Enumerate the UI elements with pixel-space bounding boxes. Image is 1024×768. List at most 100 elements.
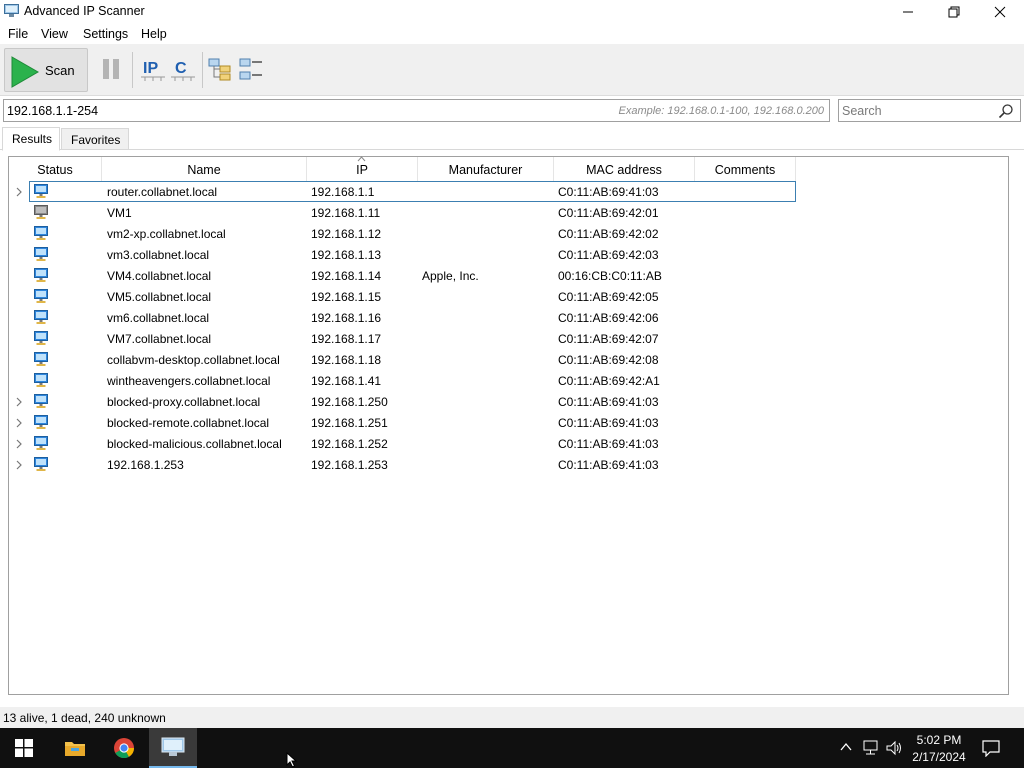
search-icon[interactable] xyxy=(998,103,1014,119)
table-row[interactable]: wintheavengers.collabnet.local 192.168.1.… xyxy=(9,370,1009,391)
table-row[interactable]: vm2-xp.collabnet.local 192.168.1.12 C0:11:… xyxy=(9,223,1009,244)
taskbar: 5:02 PM 2/17/2024 xyxy=(0,728,1024,768)
chevron-right-icon[interactable] xyxy=(15,417,23,428)
table-row[interactable]: router.collabnet.local 192.168.1.1 C0:11:A… xyxy=(9,181,1009,202)
host-name: VM4.collabnet.local xyxy=(107,269,212,283)
host-mac: C0:11:AB:69:42:03 xyxy=(558,248,659,262)
dead-host-icon xyxy=(33,204,49,220)
host-name: VM7.collabnet.local xyxy=(107,332,212,346)
host-ip: 192.168.1.18 xyxy=(311,353,382,367)
menu-help[interactable]: Help xyxy=(141,27,167,41)
clock-time[interactable]: 5:02 PM xyxy=(900,733,978,747)
ip-range-value: 192.168.1.1-254 xyxy=(7,104,99,118)
search-input[interactable]: Search xyxy=(838,99,1021,122)
alive-host-icon xyxy=(33,183,49,199)
host-mac: C0:11:AB:69:42:02 xyxy=(558,227,659,241)
taskbar-file-explorer[interactable] xyxy=(51,728,99,768)
host-mac: C0:11:AB:69:41:03 xyxy=(558,416,659,430)
alive-host-icon xyxy=(33,267,49,283)
tab-favorites[interactable]: Favorites xyxy=(61,128,129,150)
table-row[interactable]: vm3.collabnet.local 192.168.1.13 C0:11:AB:… xyxy=(9,244,1009,265)
restore-button[interactable] xyxy=(931,0,977,23)
host-mac: C0:11:AB:69:41:03 xyxy=(558,458,659,472)
table-row[interactable]: VM7.collabnet.local 192.168.1.17 C0:11:AB:… xyxy=(9,328,1009,349)
play-icon xyxy=(11,56,40,88)
alive-host-icon xyxy=(33,330,49,346)
table-row[interactable]: collabvm-desktop.collabnet.local 192.168.… xyxy=(9,349,1009,370)
advanced-ip-scanner-icon xyxy=(161,737,185,756)
close-button[interactable] xyxy=(977,0,1023,23)
chevron-right-icon[interactable] xyxy=(15,396,23,407)
host-ip: 192.168.1.253 xyxy=(311,458,388,472)
search-placeholder: Search xyxy=(842,104,882,118)
host-ip: 192.168.1.17 xyxy=(311,332,382,346)
pause-icon[interactable] xyxy=(101,56,121,82)
table-row[interactable]: blocked-malicious.collabnet.local 192.168… xyxy=(9,433,1009,454)
table-row[interactable]: VM4.collabnet.local 192.168.1.14 Apple, In… xyxy=(9,265,1009,286)
column-header-manufacturer[interactable]: Manufacturer xyxy=(418,157,554,181)
tab-results[interactable]: Results xyxy=(2,127,60,151)
scan-summary: 13 alive, 1 dead, 240 unknown xyxy=(3,711,166,725)
results-table[interactable]: Status Name IP Manufacturer MAC address … xyxy=(8,156,1009,695)
network-icon[interactable] xyxy=(862,740,880,756)
host-mac: C0:11:AB:69:42:08 xyxy=(558,353,659,367)
host-name: 192.168.1.253 xyxy=(107,458,184,472)
clock-date[interactable]: 2/17/2024 xyxy=(900,750,978,764)
table-row[interactable]: blocked-proxy.collabnet.local 192.168.1.2… xyxy=(9,391,1009,412)
expand-all-icon[interactable] xyxy=(207,56,233,82)
ip-icon[interactable]: IP xyxy=(141,57,165,83)
host-ip: 192.168.1.15 xyxy=(311,290,382,304)
table-row[interactable]: VM5.collabnet.local 192.168.1.15 C0:11:AB:… xyxy=(9,286,1009,307)
toolbar-separator xyxy=(132,52,133,88)
alive-host-icon xyxy=(33,372,49,388)
host-mac: C0:11:AB:69:42:07 xyxy=(558,332,659,346)
tab-strip: Results Favorites xyxy=(0,126,1024,151)
menu-settings[interactable]: Settings xyxy=(83,27,128,41)
collapse-all-icon[interactable] xyxy=(238,56,264,82)
host-mac: C0:11:AB:69:41:03 xyxy=(558,395,659,409)
chevron-right-icon[interactable] xyxy=(15,438,23,449)
minimize-button[interactable] xyxy=(885,0,931,23)
host-ip: 192.168.1.1 xyxy=(311,185,375,199)
tab-divider xyxy=(0,149,1024,150)
host-ip: 192.168.1.11 xyxy=(311,206,381,220)
c-class-icon[interactable]: C xyxy=(171,57,195,83)
table-row[interactable]: 192.168.1.253 192.168.1.253 C0:11:AB:69:41… xyxy=(9,454,1009,475)
menu-bar: File View Settings Help xyxy=(0,23,1024,44)
start-button[interactable] xyxy=(0,728,48,768)
alive-host-icon xyxy=(33,225,49,241)
table-row[interactable]: vm6.collabnet.local 192.168.1.16 C0:11:AB:… xyxy=(9,307,1009,328)
chevron-right-icon[interactable] xyxy=(15,459,23,470)
notification-icon[interactable] xyxy=(982,739,1000,757)
ip-range-input[interactable]: 192.168.1.1-254 Example: 192.168.0.1-100… xyxy=(3,99,830,122)
mouse-cursor-icon xyxy=(286,752,298,768)
host-name: VM1 xyxy=(107,206,132,220)
menu-view[interactable]: View xyxy=(41,27,68,41)
menu-file[interactable]: File xyxy=(8,27,28,41)
host-mac: C0:11:AB:69:41:03 xyxy=(558,185,659,199)
chevron-up-icon[interactable] xyxy=(840,742,852,752)
scan-button[interactable]: Scan xyxy=(4,48,88,92)
table-row[interactable]: VM1 192.168.1.11 C0:11:AB:69:42:01 xyxy=(9,202,1009,223)
host-manufacturer: Apple, Inc. xyxy=(422,269,479,283)
host-mac: C0:11:AB:69:42:A1 xyxy=(558,374,660,388)
alive-host-icon xyxy=(33,435,49,451)
column-header-comments[interactable]: Comments xyxy=(695,157,796,181)
taskbar-advanced-ip-scanner[interactable] xyxy=(149,728,197,768)
host-ip: 192.168.1.12 xyxy=(311,227,382,241)
column-header-mac[interactable]: MAC address xyxy=(554,157,695,181)
chevron-right-icon[interactable] xyxy=(15,186,23,197)
host-ip: 192.168.1.41 xyxy=(311,374,382,388)
file-explorer-icon xyxy=(65,742,85,756)
title-bar: Advanced IP Scanner xyxy=(0,0,1024,23)
scan-label: Scan xyxy=(45,63,75,78)
host-name: vm2-xp.collabnet.local xyxy=(107,227,226,241)
alive-host-icon xyxy=(33,393,49,409)
host-mac: 00:16:CB:C0:11:AB xyxy=(558,269,662,283)
host-mac: C0:11:AB:69:42:05 xyxy=(558,290,659,304)
taskbar-chrome[interactable] xyxy=(100,728,148,768)
column-header-name[interactable]: Name xyxy=(102,157,307,181)
host-ip: 192.168.1.13 xyxy=(311,248,382,262)
column-header-status[interactable]: Status xyxy=(9,157,102,181)
table-row[interactable]: blocked-remote.collabnet.local 192.168.1.… xyxy=(9,412,1009,433)
